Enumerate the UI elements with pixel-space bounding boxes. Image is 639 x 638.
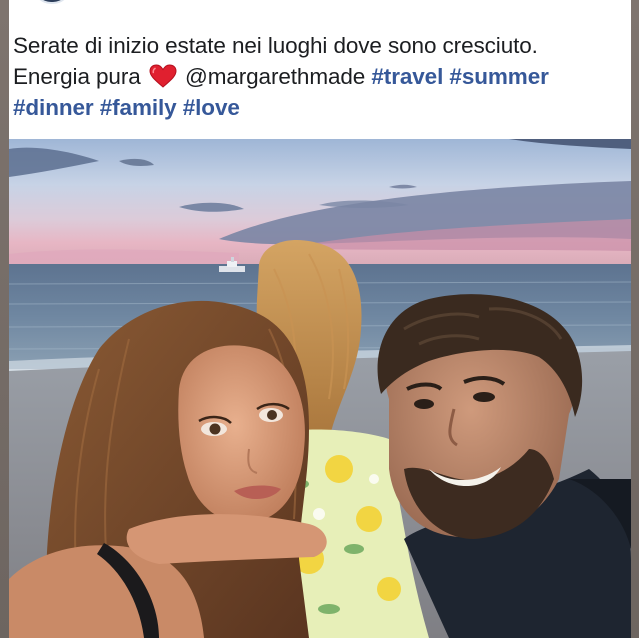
caption-line-1: Serate di inizio estate nei luoghi dove … — [13, 33, 538, 58]
mention-link[interactable]: @margarethmade — [185, 64, 365, 89]
hashtag-travel[interactable]: #travel — [371, 64, 443, 89]
post-caption: Serate di inizio estate nei luoghi dove … — [13, 30, 627, 123]
screenshot-frame: Serate di inizio estate nei luoghi dove … — [0, 0, 639, 638]
post-photo[interactable] — [9, 139, 631, 638]
caption-text-energia: Energia pura — [13, 64, 141, 89]
red-heart-icon — [149, 64, 177, 88]
hashtag-family[interactable]: #family — [100, 95, 177, 120]
caption-line-2: Energia pura @margarethmade #travel #sum… — [13, 61, 627, 92]
selfie-photo-image — [9, 139, 631, 638]
profile-avatar[interactable] — [33, 0, 71, 4]
caption-line-3: #dinner #family #love — [13, 92, 627, 123]
hashtag-dinner[interactable]: #dinner — [13, 95, 94, 120]
social-post-card: Serate di inizio estate nei luoghi dove … — [9, 0, 631, 638]
hashtag-summer[interactable]: #summer — [449, 64, 548, 89]
hashtag-love[interactable]: #love — [183, 95, 240, 120]
